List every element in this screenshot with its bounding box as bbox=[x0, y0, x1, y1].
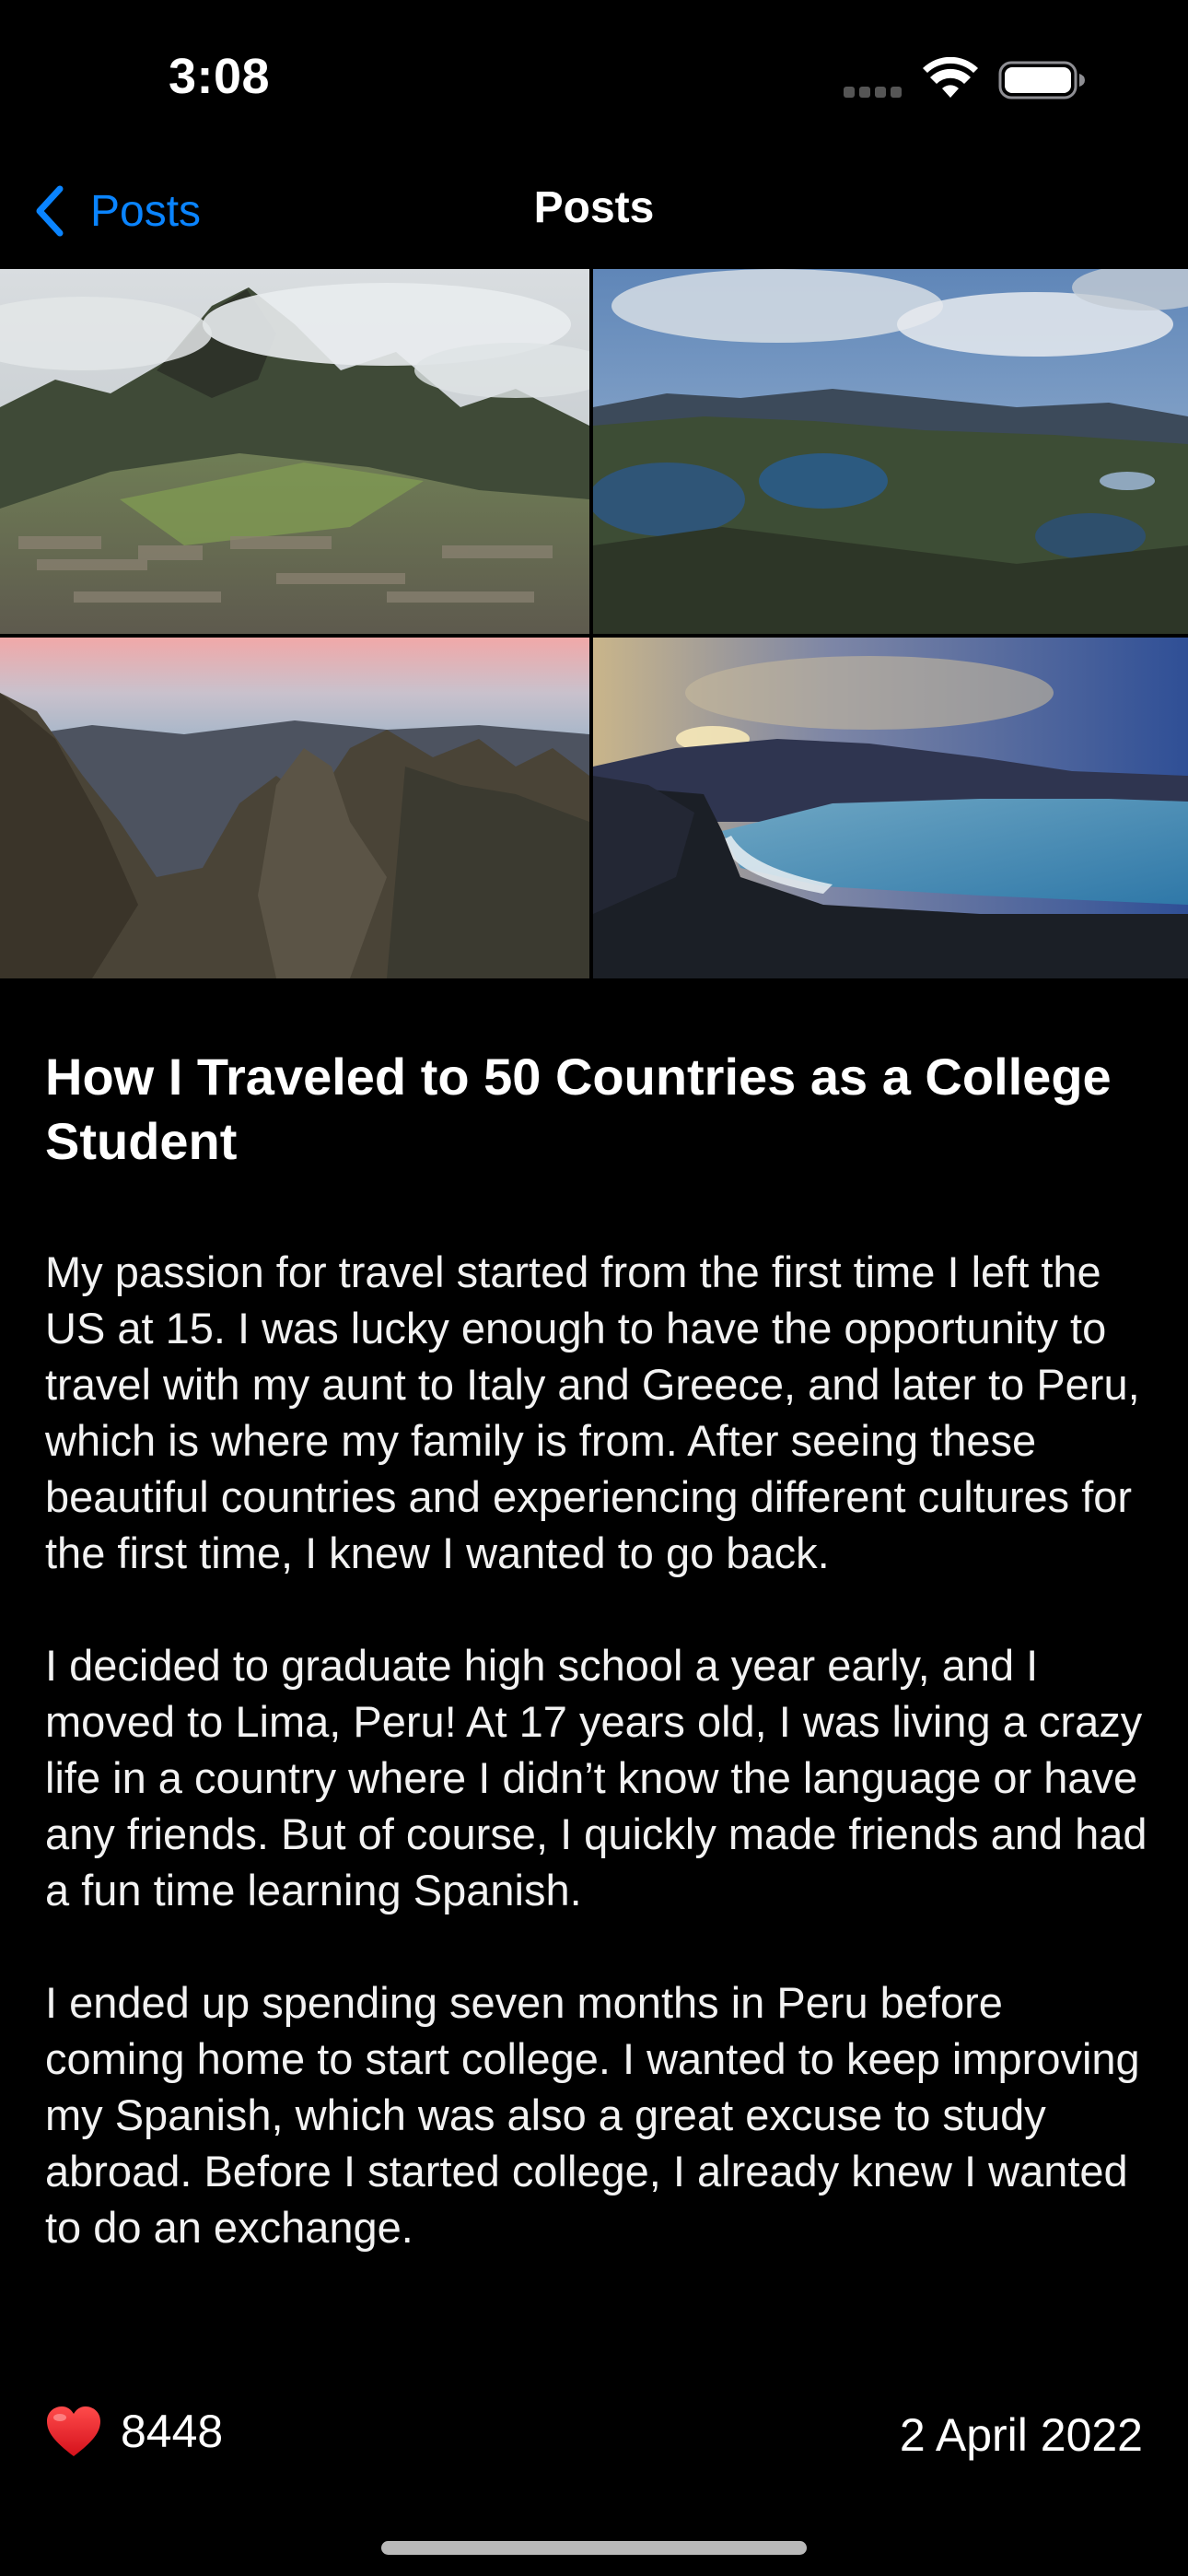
post-title: How I Traveled to 50 Countries as a Coll… bbox=[45, 1048, 1112, 1170]
post-body: My passion for travel started from the f… bbox=[45, 1244, 1150, 2255]
rocky-peaks-photo[interactable] bbox=[0, 638, 589, 978]
post-date: 2 April 2022 bbox=[899, 2409, 1143, 2461]
post-paragraph: I ended up spending seven months in Peru… bbox=[45, 1978, 1140, 2252]
photo-grid bbox=[0, 269, 1188, 978]
battery-icon bbox=[998, 61, 1085, 100]
heart-icon bbox=[47, 2406, 100, 2456]
like-button[interactable]: 8448 bbox=[45, 2405, 223, 2458]
status-time: 3:08 bbox=[169, 49, 271, 104]
navigation-bar: Posts Posts bbox=[0, 157, 1188, 269]
wifi-icon bbox=[923, 57, 978, 98]
page-title: Posts bbox=[533, 183, 655, 232]
post-paragraph: I decided to graduate high school a year… bbox=[45, 1641, 1147, 1914]
home-indicator[interactable] bbox=[381, 2541, 807, 2555]
cellular-signal-icon bbox=[844, 87, 903, 98]
post-paragraph: My passion for travel started from the f… bbox=[45, 1247, 1140, 1577]
status-bar: 3:08 bbox=[0, 0, 1188, 157]
post-footer: 8448 2 April 2022 bbox=[45, 2401, 1143, 2465]
mountain-lakes-photo[interactable] bbox=[593, 269, 1188, 634]
coastal-bay-sunset-photo[interactable] bbox=[593, 638, 1188, 978]
like-count: 8448 bbox=[121, 2406, 224, 2457]
mountain-ruins-photo[interactable] bbox=[0, 269, 589, 634]
